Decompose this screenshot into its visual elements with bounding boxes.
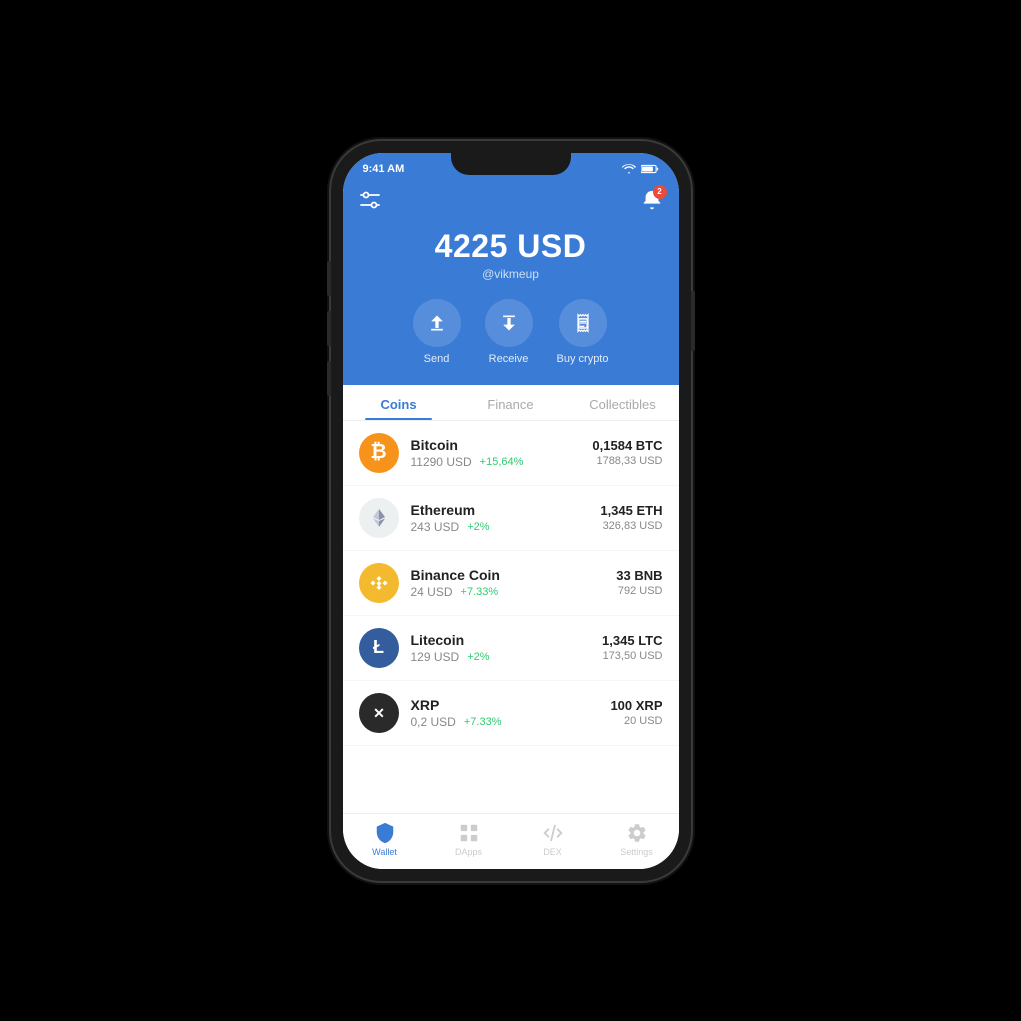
litecoin-usd: 173,50 USD (602, 650, 662, 662)
binance-balance: 33 BNB 792 USD (616, 568, 662, 597)
litecoin-price: 129 USD (411, 650, 460, 664)
binance-change: +7.33% (461, 586, 499, 598)
send-button[interactable]: Send (413, 299, 461, 365)
xrp-price: 0,2 USD (411, 715, 456, 729)
dex-nav-icon (542, 822, 564, 844)
bottom-nav: Wallet DApps DEX (343, 813, 679, 869)
receive-icon-circle (485, 299, 533, 347)
buy-crypto-icon-circle (559, 299, 607, 347)
header: 2 4225 USD @vikmeup Send (343, 181, 679, 385)
tabs: Coins Finance Collectibles (343, 385, 679, 421)
status-icons (622, 164, 659, 174)
xrp-change: +7.33% (464, 716, 502, 728)
coin-item-bitcoin[interactable]: ₿ Bitcoin 11290 USD +15,64% 0,1584 BTC 1… (343, 421, 679, 486)
notch (451, 153, 571, 175)
bitcoin-usd: 1788,33 USD (592, 455, 662, 467)
nav-dex[interactable]: DEX (511, 822, 595, 857)
litecoin-name: Litecoin (411, 632, 603, 648)
buy-crypto-button[interactable]: Buy crypto (557, 299, 609, 365)
litecoin-balance: 1,345 LTC 173,50 USD (602, 633, 662, 662)
battery-icon (641, 164, 659, 174)
xrp-price-row: 0,2 USD +7.33% (411, 715, 611, 729)
action-buttons: Send Receive (413, 299, 609, 365)
ethereum-icon (359, 498, 399, 538)
binance-info: Binance Coin 24 USD +7.33% (411, 567, 617, 599)
bitcoin-amount: 0,1584 BTC (592, 438, 662, 453)
litecoin-icon: Ł (359, 628, 399, 668)
settings-nav-icon (626, 822, 648, 844)
xrp-balance: 100 XRP 20 USD (610, 698, 662, 727)
receive-button[interactable]: Receive (485, 299, 533, 365)
binance-usd: 792 USD (616, 585, 662, 597)
xrp-info: XRP 0,2 USD +7.33% (411, 697, 611, 729)
litecoin-amount: 1,345 LTC (602, 633, 662, 648)
ethereum-price: 243 USD (411, 520, 460, 534)
binance-icon (359, 563, 399, 603)
coin-item-xrp[interactable]: ✕ XRP 0,2 USD +7.33% 100 XRP 20 USD (343, 681, 679, 746)
nav-wallet[interactable]: Wallet (343, 822, 427, 857)
binance-name: Binance Coin (411, 567, 617, 583)
nav-dapps[interactable]: DApps (427, 822, 511, 857)
bitcoin-icon: ₿ (359, 433, 399, 473)
bitcoin-balance: 0,1584 BTC 1788,33 USD (592, 438, 662, 467)
ethereum-info: Ethereum 243 USD +2% (411, 502, 601, 534)
header-top-row: 2 (359, 189, 663, 216)
litecoin-info: Litecoin 129 USD +2% (411, 632, 603, 664)
litecoin-change: +2% (467, 651, 489, 663)
wallet-nav-icon (374, 822, 396, 844)
status-time: 9:41 AM (363, 163, 405, 175)
tab-coins[interactable]: Coins (343, 385, 455, 420)
ethereum-amount: 1,345 ETH (600, 503, 662, 518)
wifi-icon (622, 164, 636, 174)
xrp-usd: 20 USD (610, 715, 662, 727)
send-label: Send (424, 353, 450, 365)
ethereum-change: +2% (467, 521, 489, 533)
xrp-name: XRP (411, 697, 611, 713)
nav-settings[interactable]: Settings (595, 822, 679, 857)
coin-item-litecoin[interactable]: Ł Litecoin 129 USD +2% 1,345 LTC 173,50 … (343, 616, 679, 681)
phone-screen: 9:41 AM (343, 153, 679, 869)
notification-badge: 2 (653, 185, 667, 199)
phone-frame: 9:41 AM (331, 141, 691, 881)
ethereum-price-row: 243 USD +2% (411, 520, 601, 534)
svg-text:✕: ✕ (373, 705, 385, 721)
notification-button[interactable]: 2 (641, 189, 663, 216)
litecoin-price-row: 129 USD +2% (411, 650, 603, 664)
ethereum-usd: 326,83 USD (600, 520, 662, 532)
binance-amount: 33 BNB (616, 568, 662, 583)
receive-label: Receive (489, 353, 529, 365)
balance-amount: 4225 USD (435, 228, 587, 265)
binance-price-row: 24 USD +7.33% (411, 585, 617, 599)
coin-item-binance[interactable]: Binance Coin 24 USD +7.33% 33 BNB 792 US… (343, 551, 679, 616)
coin-item-ethereum[interactable]: Ethereum 243 USD +2% 1,345 ETH 326,83 US… (343, 486, 679, 551)
tab-finance[interactable]: Finance (455, 385, 567, 420)
bitcoin-name: Bitcoin (411, 437, 593, 453)
dapps-nav-label: DApps (455, 847, 482, 857)
bitcoin-change: +15,64% (480, 456, 524, 468)
tab-collectibles[interactable]: Collectibles (567, 385, 679, 420)
binance-price: 24 USD (411, 585, 453, 599)
settings-nav-label: Settings (620, 847, 653, 857)
ethereum-name: Ethereum (411, 502, 601, 518)
bitcoin-price: 11290 USD (411, 455, 472, 469)
dex-nav-label: DEX (543, 847, 562, 857)
filter-button[interactable] (359, 191, 381, 214)
dapps-nav-icon (458, 822, 480, 844)
bitcoin-info: Bitcoin 11290 USD +15,64% (411, 437, 593, 469)
ethereum-balance: 1,345 ETH 326,83 USD (600, 503, 662, 532)
buy-crypto-label: Buy crypto (557, 353, 609, 365)
xrp-icon: ✕ (359, 693, 399, 733)
wallet-nav-label: Wallet (372, 847, 397, 857)
xrp-amount: 100 XRP (610, 698, 662, 713)
balance-username: @vikmeup (482, 267, 539, 281)
send-icon-circle (413, 299, 461, 347)
coin-list: ₿ Bitcoin 11290 USD +15,64% 0,1584 BTC 1… (343, 421, 679, 813)
bitcoin-price-row: 11290 USD +15,64% (411, 455, 593, 469)
